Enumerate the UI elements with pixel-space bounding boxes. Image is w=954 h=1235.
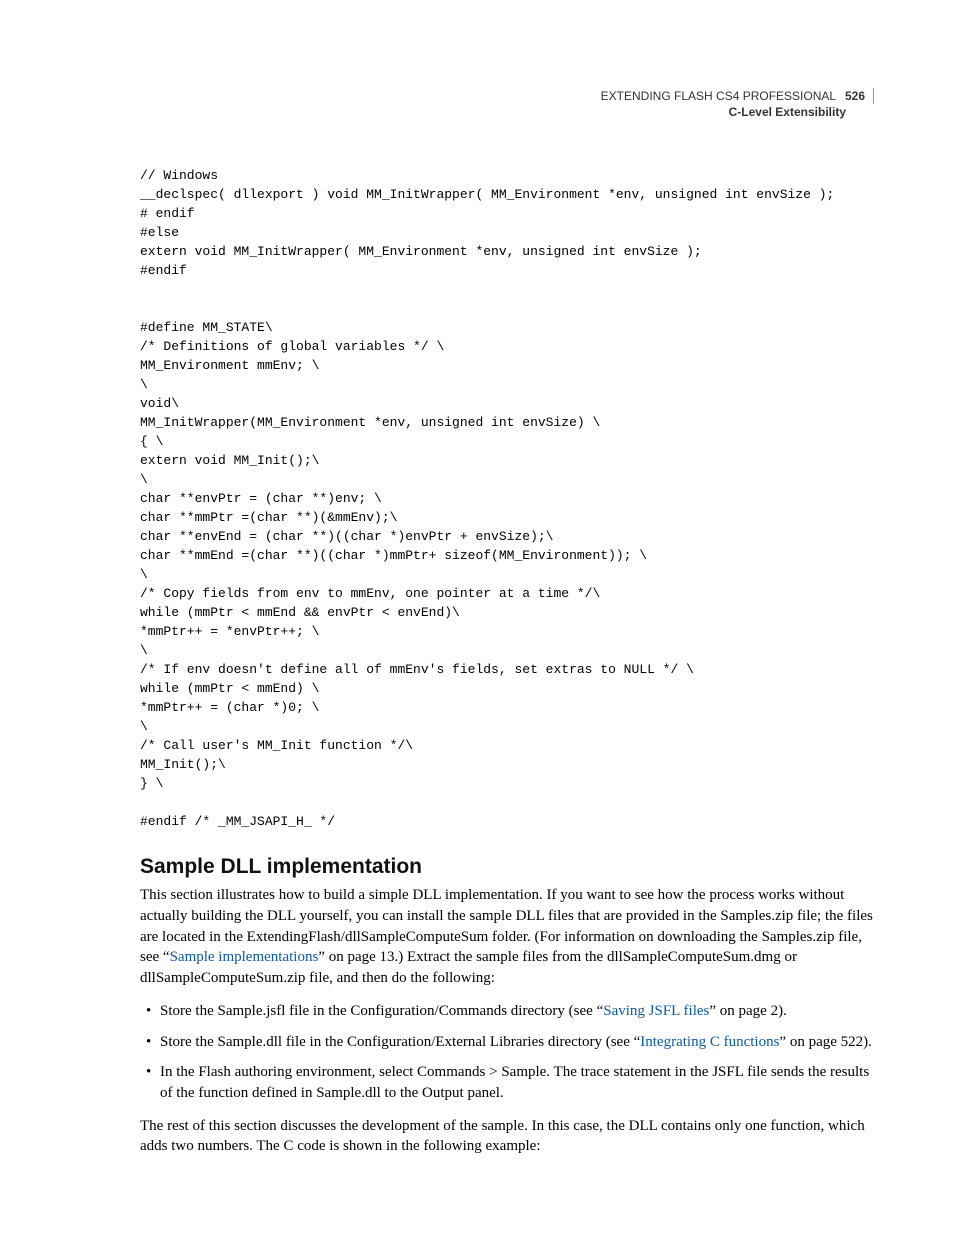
code-listing: // Windows __declspec( dllexport ) void … [140, 166, 874, 831]
running-header: EXTENDING FLASH CS4 PROFESSIONAL 526 C-L… [140, 88, 874, 120]
link-sample-implementations[interactable]: Sample implementations [170, 949, 319, 965]
header-line1: EXTENDING FLASH CS4 PROFESSIONAL 526 [601, 88, 874, 104]
text-run: ” on page 2). [709, 1003, 786, 1019]
link-integrating-c-functions[interactable]: Integrating C functions [640, 1034, 779, 1050]
text-run: ” on page 522). [779, 1034, 871, 1050]
page-number: 526 [839, 89, 865, 103]
book-title: EXTENDING FLASH CS4 PROFESSIONAL [601, 89, 836, 103]
link-saving-jsfl-files[interactable]: Saving JSFL files [603, 1003, 709, 1019]
text-run: Store the Sample.dll file in the Configu… [160, 1034, 640, 1050]
page-content: EXTENDING FLASH CS4 PROFESSIONAL 526 C-L… [0, 0, 954, 1229]
intro-paragraph: This section illustrates how to build a … [140, 885, 874, 988]
closing-paragraph: The rest of this section discusses the d… [140, 1116, 874, 1157]
chapter-title: C-Level Extensibility [140, 104, 874, 120]
text-run: In the Flash authoring environment, sele… [160, 1064, 869, 1101]
list-item: In the Flash authoring environment, sele… [140, 1062, 874, 1103]
bullet-list: Store the Sample.jsfl file in the Config… [140, 1001, 874, 1104]
list-item: Store the Sample.jsfl file in the Config… [140, 1001, 874, 1022]
section-heading: Sample DLL implementation [140, 855, 874, 879]
list-item: Store the Sample.dll file in the Configu… [140, 1032, 874, 1053]
text-run: Store the Sample.jsfl file in the Config… [160, 1003, 603, 1019]
